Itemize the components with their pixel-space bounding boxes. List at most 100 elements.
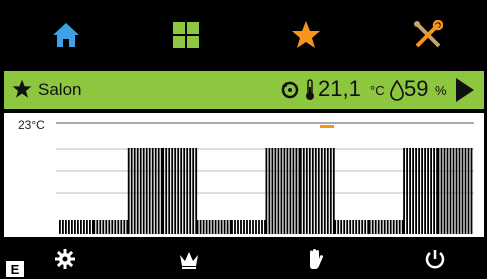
schedule-bar	[136, 148, 139, 234]
schedule-bar	[343, 220, 346, 234]
schedule-bar	[314, 148, 317, 234]
humidity-value: 59	[404, 76, 429, 101]
humidity-unit: %	[435, 83, 447, 98]
schedule-bar	[430, 148, 432, 234]
thermometer-icon	[304, 79, 316, 106]
schedule-bar	[449, 148, 452, 234]
schedule-bar	[337, 220, 340, 234]
schedule-bar	[157, 148, 160, 234]
schedule-bar	[217, 220, 220, 234]
home-icon[interactable]	[46, 17, 86, 53]
room-name: Salon	[38, 80, 82, 99]
corner-label: E	[4, 259, 26, 279]
bottom-bar	[4, 237, 484, 279]
schedule-bar	[99, 220, 102, 234]
schedule-bar	[205, 220, 208, 234]
schedule-bar	[371, 220, 374, 234]
schedule-bar	[180, 148, 183, 234]
schedule-bar	[311, 148, 314, 234]
schedule-bar	[470, 148, 473, 234]
schedule-bar	[292, 148, 295, 234]
schedule-bar	[349, 220, 352, 234]
schedule-bar	[268, 148, 271, 234]
power-icon[interactable]	[420, 245, 450, 273]
schedule-bar	[320, 148, 323, 234]
schedule-bar	[403, 148, 405, 234]
schedule-bar	[355, 220, 358, 234]
schedule-bar	[283, 148, 286, 234]
schedule-bar	[199, 220, 202, 234]
schedule-bar	[243, 220, 245, 234]
crown-icon[interactable]	[174, 245, 204, 273]
schedule-bar	[374, 220, 377, 234]
schedule-bar	[123, 220, 126, 234]
schedule-bar	[299, 148, 302, 234]
schedule-bar	[427, 148, 429, 234]
schedule-bar	[406, 148, 408, 234]
schedule-chart: 23°C	[4, 113, 484, 237]
schedule-bar	[151, 148, 154, 234]
schedule-bar	[102, 220, 105, 234]
schedule-bar	[208, 220, 211, 234]
settings-icon[interactable]	[50, 245, 80, 273]
schedule-bar	[86, 220, 88, 234]
schedule-bar	[174, 148, 177, 234]
thermostat-screen: Salon 21,1 °C 59 % 23°C E	[4, 3, 484, 279]
schedule-bar	[177, 148, 180, 234]
next-arrow-icon[interactable]	[454, 77, 476, 108]
schedule-bar	[433, 148, 435, 234]
schedule-bar	[467, 148, 470, 234]
schedule-bar	[65, 220, 67, 234]
schedule-bar	[258, 220, 260, 234]
schedule-bar	[154, 148, 157, 234]
grid-icon[interactable]	[166, 17, 206, 53]
tools-icon[interactable]	[408, 17, 448, 53]
schedule-bar	[234, 220, 236, 234]
schedule-bar	[440, 148, 443, 234]
schedule-bar	[183, 148, 186, 234]
schedule-bar	[418, 148, 420, 234]
schedule-bar	[226, 220, 229, 234]
schedule-bar	[214, 220, 217, 234]
schedule-bar	[289, 148, 292, 234]
schedule-bar	[364, 220, 367, 234]
schedule-bar	[317, 148, 320, 234]
schedule-bar	[196, 220, 199, 234]
schedule-bar	[240, 220, 242, 234]
schedule-bar	[117, 220, 120, 234]
schedule-bar	[361, 220, 364, 234]
humidity-drop-icon	[390, 79, 404, 106]
schedule-bar	[386, 220, 389, 234]
schedule-bar	[368, 220, 371, 234]
star-icon[interactable]	[286, 17, 326, 53]
schedule-bar	[271, 148, 274, 234]
schedule-bar	[415, 148, 417, 234]
schedule-bar	[148, 148, 151, 234]
schedule-bar	[249, 220, 251, 234]
schedule-bar	[62, 220, 64, 234]
schedule-bar	[452, 148, 455, 234]
schedule-bar	[455, 148, 458, 234]
schedule-bar	[71, 220, 73, 234]
schedule-bar	[93, 220, 96, 234]
schedule-bar	[458, 148, 461, 234]
schedule-bar	[165, 148, 168, 234]
temperature-unit: °C	[370, 83, 385, 98]
schedule-bar	[186, 148, 189, 234]
status-bar: Salon 21,1 °C 59 %	[4, 71, 484, 109]
schedule-bar	[246, 220, 248, 234]
schedule-bar	[329, 148, 332, 234]
schedule-bar	[139, 148, 142, 234]
schedule-bar	[389, 220, 392, 234]
hand-icon[interactable]	[300, 245, 330, 273]
schedule-bar	[340, 220, 343, 234]
schedule-bar	[280, 148, 283, 234]
schedule-bar	[352, 220, 355, 234]
schedule-bar	[111, 220, 114, 234]
schedule-bar	[443, 148, 446, 234]
schedule-bar	[171, 148, 174, 234]
current-time-marker	[320, 125, 334, 128]
schedule-bar	[334, 220, 337, 234]
temperature-value: 21,1	[318, 76, 361, 101]
schedule-bar	[133, 148, 136, 234]
